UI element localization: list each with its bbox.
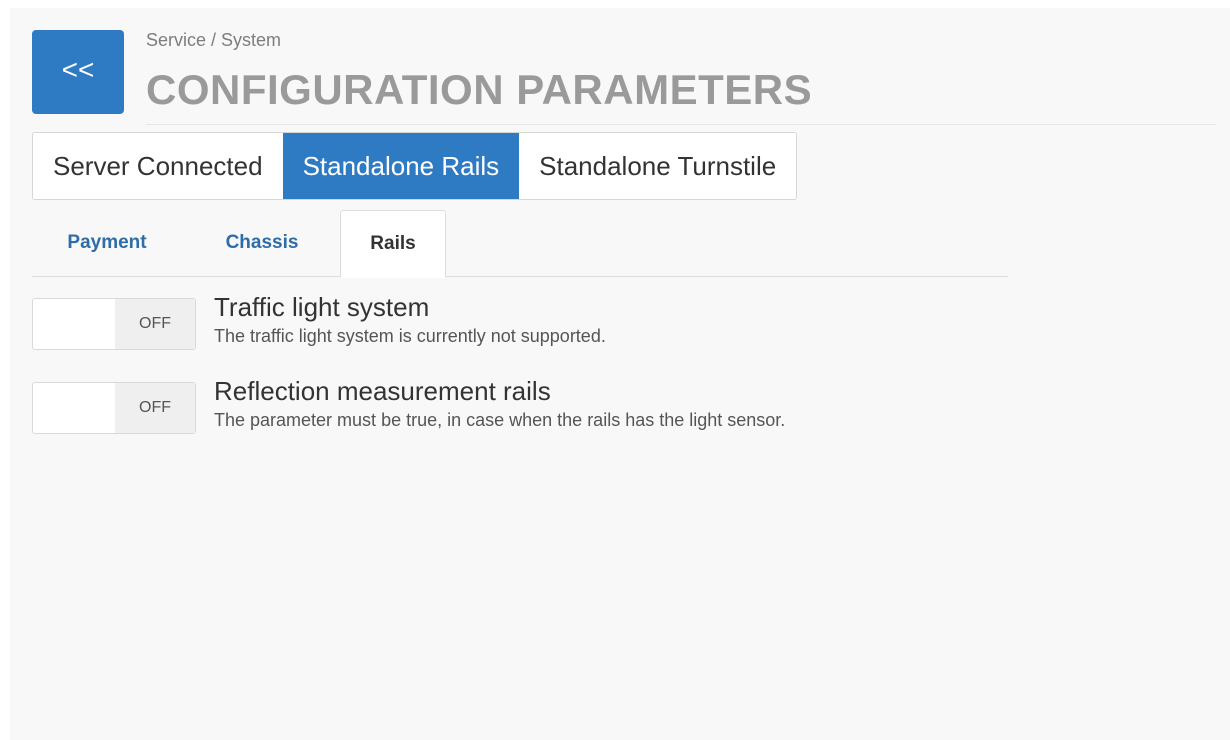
mode-tab-group: Server Connected Standalone Rails Standa… [32, 132, 798, 200]
header-divider [146, 124, 1216, 125]
setting-description: The parameter must be true, in case when… [214, 410, 786, 430]
traffic-light-toggle[interactable]: OFF [32, 298, 196, 350]
page: << Service / System CONFIGURATION PARAME… [10, 8, 1230, 740]
setting-label: Traffic light system [214, 292, 430, 322]
setting-description: The traffic light system is currently no… [214, 326, 606, 346]
tab-server-connected[interactable]: Server Connected [33, 133, 283, 199]
reflection-measurement-toggle[interactable]: OFF [32, 382, 196, 434]
tab-standalone-rails[interactable]: Standalone Rails [282, 133, 520, 199]
breadcrumb: Service / System [146, 30, 282, 50]
back-button[interactable]: << [32, 30, 124, 114]
setting-label: Reflection measurement rails [214, 376, 551, 406]
toggle-off-label: OFF [115, 383, 195, 433]
page-title: CONFIGURATION PARAMETERS [146, 66, 813, 113]
tab-rails[interactable]: Rails [340, 210, 446, 278]
tab-payment[interactable]: Payment [32, 210, 182, 276]
tab-chassis[interactable]: Chassis [197, 210, 327, 276]
sub-tab-bar: Payment Chassis Rails [32, 210, 1008, 278]
toggle-off-label: OFF [115, 299, 195, 349]
tab-standalone-turnstile[interactable]: Standalone Turnstile [519, 133, 797, 199]
